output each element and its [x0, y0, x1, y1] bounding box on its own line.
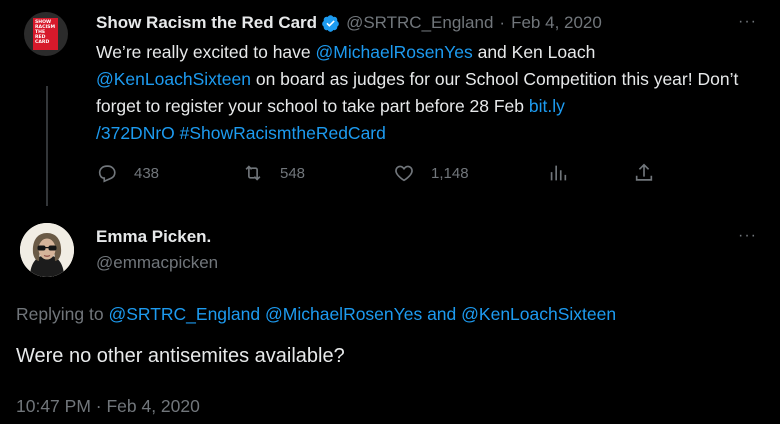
hashtag-link[interactable]: #ShowRacismtheRedCard — [180, 123, 386, 143]
mention-link[interactable]: and — [427, 304, 456, 324]
reply-icon — [98, 165, 116, 183]
thread-line — [46, 86, 48, 206]
replying-to: Replying to @SRTRC_England @MichaelRosen… — [16, 304, 616, 325]
share-button[interactable] — [633, 162, 655, 184]
handle[interactable]: @SRTRC_England — [346, 13, 493, 33]
mention-link[interactable]: @MichaelRosenYes — [316, 42, 473, 62]
tweet-timestamp[interactable]: 10:47 PM · Feb 4, 2020 — [16, 396, 200, 417]
tweet-text: Were no other antisemites available? — [16, 345, 345, 367]
handle[interactable]: @emmacpicken — [96, 253, 218, 273]
replying-label: Replying to — [16, 304, 104, 324]
parent-tweet[interactable]: SHOW RACISM THE RED CARD Show Racism the… — [0, 0, 780, 206]
like-icon — [395, 165, 413, 182]
url-link[interactable]: /372DNrO — [96, 123, 175, 143]
mention-link[interactable]: @KenLoachSixteen — [461, 304, 616, 324]
avatar[interactable] — [20, 223, 74, 277]
tweet-text-part: We’re really excited to have — [96, 42, 316, 62]
views-button[interactable] — [547, 162, 569, 184]
verified-icon — [322, 14, 339, 32]
avatar-photo — [20, 223, 74, 277]
mention-link[interactable]: @SRTRC_England — [108, 304, 260, 324]
like-button[interactable]: 1,148 — [393, 162, 469, 184]
tweet-header: Show Racism the Red Card @SRTRC_England … — [96, 13, 602, 33]
more-icon[interactable]: ··· — [738, 227, 757, 245]
url-link[interactable]: bit.ly — [529, 96, 565, 116]
separator-dot: · — [499, 13, 506, 32]
reply-button[interactable]: 438 — [96, 162, 159, 184]
like-count: 1,148 — [431, 164, 469, 182]
retweet-icon — [245, 165, 261, 181]
mention-link[interactable]: @KenLoachSixteen — [96, 69, 251, 89]
retweet-button[interactable]: 548 — [242, 162, 305, 184]
views-icon — [550, 165, 567, 181]
more-icon[interactable]: ··· — [738, 13, 757, 31]
display-name[interactable]: Show Racism the Red Card — [96, 13, 317, 33]
tweet-text: We’re really excited to have @MichaelRos… — [96, 39, 756, 147]
mention-link[interactable]: @MichaelRosenYes — [265, 304, 422, 324]
avatar-logo: SHOW RACISM THE RED CARD — [33, 18, 58, 50]
tweet-text-part: and Ken Loach — [472, 42, 596, 62]
avatar[interactable]: SHOW RACISM THE RED CARD — [24, 12, 68, 56]
reply-tweet[interactable]: Emma Picken. @emmacpicken ··· Replying t… — [0, 205, 780, 424]
tweet-actions: 438 548 1,148 — [96, 162, 696, 188]
share-icon — [635, 163, 653, 181]
display-name[interactable]: Emma Picken. — [96, 227, 211, 247]
retweet-count: 548 — [280, 164, 306, 182]
tweet-date[interactable]: Feb 4, 2020 — [511, 13, 602, 33]
reply-count: 438 — [134, 164, 160, 182]
avatar-logo-text: CARD — [35, 40, 50, 46]
